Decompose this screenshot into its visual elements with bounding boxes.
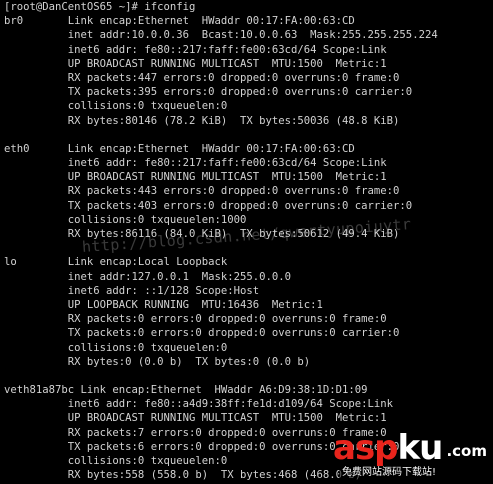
terminal-window[interactable]: [root@DanCentOS65 ~]# ifconfig br0 Link e… xyxy=(0,0,493,484)
terminal-line: TX packets:6 errors:0 dropped:0 overruns… xyxy=(4,440,400,453)
terminal-prompt-line: [root@DanCentOS65 ~]# ifconfig xyxy=(4,1,196,13)
terminal-output[interactable]: [root@DanCentOS65 ~]# ifconfig br0 Link e… xyxy=(4,0,438,482)
terminal-line: RX packets:0 errors:0 dropped:0 overruns… xyxy=(4,313,387,326)
terminal-line: inet addr:127.0.0.1 Mask:255.0.0.0 xyxy=(4,270,292,283)
terminal-line: UP BROADCAST RUNNING MULTICAST MTU:1500 … xyxy=(4,412,387,425)
terminal-line: RX bytes:80146 (78.2 KiB) TX bytes:50036… xyxy=(4,114,400,127)
terminal-line: RX packets:447 errors:0 dropped:0 overru… xyxy=(4,71,400,84)
terminal-line: UP LOOPBACK RUNNING MTU:16436 Metric:1 xyxy=(4,298,323,311)
terminal-line: veth81a87bc Link encap:Ethernet HWaddr A… xyxy=(4,384,368,397)
terminal-line: collisions:0 txqueuelen:0 xyxy=(4,100,228,113)
terminal-line: collisions:0 txqueuelen:0 xyxy=(4,341,228,354)
terminal-line: RX packets:443 errors:0 dropped:0 overru… xyxy=(4,185,400,198)
terminal-line: inet6 addr: fe80::a4d9:38ff:fe1d:d109/64… xyxy=(4,398,394,411)
terminal-line: UP BROADCAST RUNNING MULTICAST MTU:1500 … xyxy=(4,171,387,184)
terminal-line: inet6 addr: fe80::217:faff:fe00:63cd/64 … xyxy=(4,157,387,170)
terminal-line: inet addr:10.0.0.36 Bcast:10.0.0.63 Mask… xyxy=(4,29,438,42)
terminal-line: lo Link encap:Local Loopback xyxy=(4,256,228,269)
terminal-line: RX packets:7 errors:0 dropped:0 overruns… xyxy=(4,426,387,439)
logo-suffix: .com xyxy=(446,442,487,460)
terminal-line: inet6 addr: fe80::217:faff:fe00:63cd/64 … xyxy=(4,43,387,56)
terminal-line: RX bytes:0 (0.0 b) TX bytes:0 (0.0 b) xyxy=(4,355,311,368)
terminal-line: br0 Link encap:Ethernet HWaddr 00:17:FA:… xyxy=(4,15,355,28)
terminal-line: collisions:0 txqueuelen:0 xyxy=(4,455,228,467)
terminal-line: collisions:0 txqueuelen:1000 xyxy=(4,213,247,226)
terminal-line: inet6 addr: ::1/128 Scope:Host xyxy=(4,284,260,297)
terminal-line: UP BROADCAST RUNNING MULTICAST MTU:1500 … xyxy=(4,57,387,70)
terminal-line: RX bytes:558 (558.0 b) TX bytes:468 (468… xyxy=(4,469,362,482)
terminal-line: RX bytes:86116 (84.0 KiB) TX bytes:50612… xyxy=(4,228,400,240)
terminal-line: TX packets:0 errors:0 dropped:0 overruns… xyxy=(4,327,400,340)
terminal-line: TX packets:403 errors:0 dropped:0 overru… xyxy=(4,199,413,212)
terminal-line: TX packets:395 errors:0 dropped:0 overru… xyxy=(4,86,413,99)
terminal-line: eth0 Link encap:Ethernet HWaddr 00:17:FA… xyxy=(4,142,355,155)
